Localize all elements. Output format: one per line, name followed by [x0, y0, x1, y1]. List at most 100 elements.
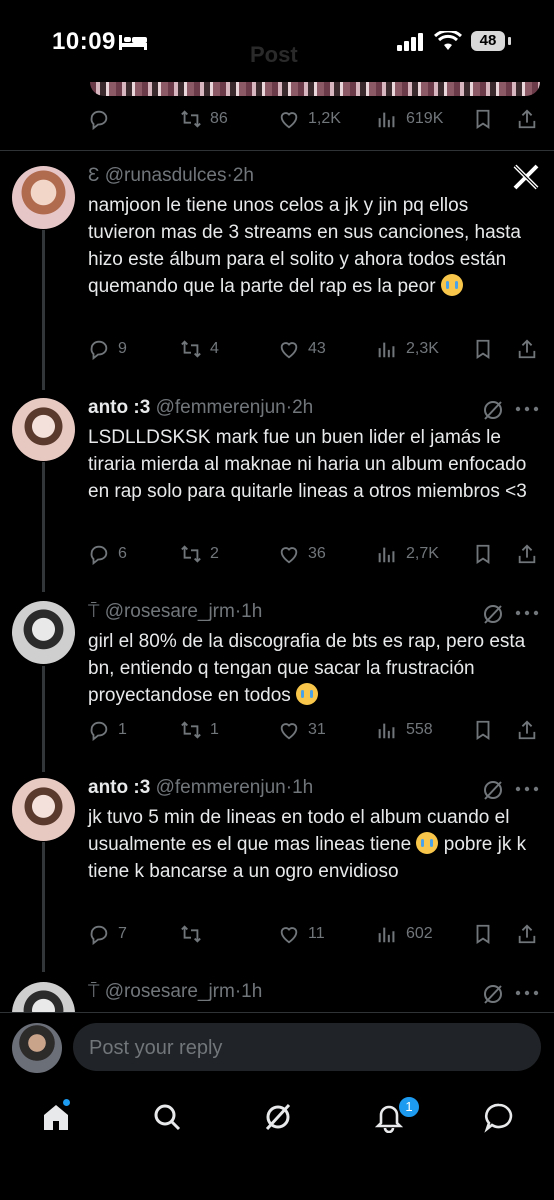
- more-icon[interactable]: [514, 404, 540, 414]
- bookmark-button[interactable]: [472, 104, 494, 134]
- user-handle[interactable]: @femmerenjun: [156, 777, 286, 798]
- views-count: 619K: [406, 110, 444, 127]
- like-button[interactable]: 43: [278, 334, 326, 364]
- user-name[interactable]: Ɛ: [88, 165, 99, 186]
- tweet-text: LSDLLDSKSK mark fue un buen lider el jam…: [88, 427, 527, 502]
- header-title: Post: [250, 42, 298, 67]
- tweet-time: 1h: [292, 777, 314, 798]
- retweet-icon: [181, 721, 201, 739]
- share-button[interactable]: [516, 104, 538, 134]
- reply-icon: [90, 545, 108, 565]
- reply-placeholder[interactable]: Post your reply: [89, 1037, 222, 1060]
- retweet-count: 2: [210, 545, 219, 562]
- tweet-text: girl el 80% de la discografia de bts es …: [88, 628, 538, 709]
- home-notification-dot: [63, 1099, 70, 1106]
- like-icon: [280, 547, 298, 564]
- reply-button[interactable]: 9: [88, 334, 127, 364]
- views-button[interactable]: 602: [376, 919, 433, 949]
- status-time: 10:09: [52, 28, 116, 55]
- bookmark-icon: [476, 339, 490, 359]
- top-post-actions: 86 1,2K 619K: [88, 104, 538, 134]
- retweet-button[interactable]: 4: [180, 334, 219, 364]
- more-icon[interactable]: [514, 784, 540, 794]
- like-icon: [280, 927, 298, 944]
- views-button[interactable]: 2,7K: [376, 539, 439, 569]
- like-button[interactable]: 36: [278, 539, 326, 569]
- tweet-actions: 6 2 36 2,7K: [88, 539, 538, 569]
- post-image[interactable]: [90, 82, 540, 96]
- crying-emoji-icon: [416, 832, 439, 854]
- more-icon[interactable]: [514, 988, 540, 998]
- tweet-text: namjoon le tiene unos celos a jk y jin p…: [88, 192, 538, 300]
- reply-icon: [90, 110, 108, 130]
- retweet-count: 4: [210, 340, 219, 357]
- views-icon: [378, 547, 395, 563]
- views-button[interactable]: 558: [376, 715, 433, 745]
- tweet-actions: 1 1 31 558: [88, 715, 538, 745]
- avatar[interactable]: [12, 398, 75, 461]
- grok-tab-icon[interactable]: [262, 1101, 294, 1133]
- grok-icon[interactable]: [482, 603, 504, 625]
- more-icon[interactable]: [514, 608, 540, 618]
- user-handle[interactable]: @rosesare_jrm: [105, 601, 235, 622]
- reply-button[interactable]: [88, 104, 110, 134]
- tweet-actions: 9 4 43 2,3K: [88, 334, 538, 364]
- tweet-time: 1h: [241, 981, 263, 1002]
- tweet-header: ⍑ @rosesare_jrm·1h: [88, 601, 263, 622]
- share-button[interactable]: [516, 334, 538, 364]
- user-name[interactable]: anto :3: [88, 777, 150, 798]
- user-name[interactable]: ⍑: [88, 981, 99, 1002]
- views-button[interactable]: 2,3K: [376, 334, 439, 364]
- views-icon: [378, 927, 395, 943]
- bookmark-button[interactable]: [472, 539, 494, 569]
- reply-count: 1: [118, 721, 127, 738]
- like-button[interactable]: 11: [278, 919, 325, 949]
- divider: [0, 150, 554, 151]
- share-button[interactable]: [516, 919, 538, 949]
- retweet-button[interactable]: 2: [180, 539, 219, 569]
- like-button[interactable]: 31: [278, 715, 326, 745]
- like-count: 1,2K: [308, 110, 341, 127]
- retweet-icon: [181, 110, 201, 128]
- bookmark-button[interactable]: [472, 919, 494, 949]
- user-name[interactable]: anto :3: [88, 397, 150, 418]
- bookmark-button[interactable]: [472, 334, 494, 364]
- messages-icon[interactable]: [483, 1101, 515, 1133]
- tweet-text: jk tuvo 5 min de lineas en todo el album…: [88, 804, 538, 885]
- reply-icon: [90, 925, 108, 945]
- retweet-count: 1: [210, 721, 219, 738]
- reply-button[interactable]: 6: [88, 539, 127, 569]
- retweet-button[interactable]: [180, 919, 202, 949]
- views-button[interactable]: 619K: [376, 104, 443, 134]
- user-handle[interactable]: @rosesare_jrm: [105, 981, 235, 1002]
- x-logo-icon[interactable]: [512, 163, 540, 191]
- avatar[interactable]: [12, 601, 75, 664]
- share-icon: [518, 339, 536, 359]
- avatar[interactable]: [12, 166, 75, 229]
- share-button[interactable]: [516, 539, 538, 569]
- share-icon: [518, 109, 536, 129]
- reply-icon: [90, 340, 108, 360]
- bookmark-button[interactable]: [472, 715, 494, 745]
- like-icon: [280, 112, 298, 129]
- crying-emoji-icon: [296, 683, 319, 705]
- grok-icon[interactable]: [482, 779, 504, 801]
- grok-icon[interactable]: [482, 983, 504, 1005]
- like-button[interactable]: 1,2K: [278, 104, 341, 134]
- user-handle[interactable]: @femmerenjun: [156, 397, 286, 418]
- avatar[interactable]: [12, 778, 75, 841]
- reply-button[interactable]: 1: [88, 715, 127, 745]
- like-count: 31: [308, 721, 326, 738]
- reply-button[interactable]: 7: [88, 919, 127, 949]
- user-handle[interactable]: @runasdulces: [105, 165, 227, 186]
- retweet-button[interactable]: 1: [180, 715, 219, 745]
- user-name[interactable]: ⍑: [88, 601, 99, 622]
- my-avatar[interactable]: [12, 1023, 62, 1073]
- share-icon: [518, 924, 536, 944]
- like-icon: [280, 342, 298, 359]
- search-icon[interactable]: [151, 1101, 183, 1133]
- retweet-button[interactable]: 86: [180, 104, 228, 134]
- share-button[interactable]: [516, 715, 538, 745]
- tweet-time: 2h: [292, 397, 314, 418]
- grok-icon[interactable]: [482, 399, 504, 421]
